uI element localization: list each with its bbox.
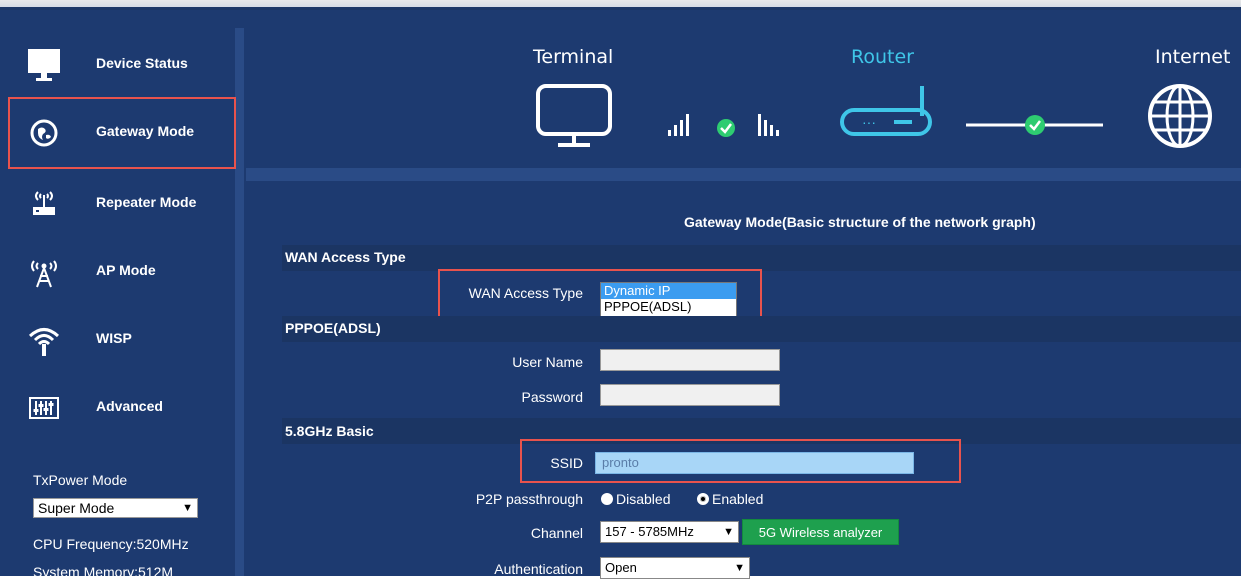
router-icon: ··· xyxy=(840,86,932,136)
topology-panel xyxy=(246,10,1241,168)
cpu-frequency: CPU Frequency:520MHz xyxy=(33,536,189,552)
authentication-select-value: Open xyxy=(605,560,637,575)
svg-text:···: ··· xyxy=(862,114,876,130)
txpower-label: TxPower Mode xyxy=(33,472,128,488)
router-label: Router xyxy=(851,46,914,68)
txpower-select[interactable]: Super Mode ▼ xyxy=(33,498,198,518)
authentication-label: Authentication xyxy=(494,561,583,577)
internet-link xyxy=(966,115,1103,135)
wifi-icon xyxy=(24,320,64,360)
channel-select-value: 157 - 5785MHz xyxy=(605,524,694,539)
globe-icon xyxy=(24,113,64,153)
check-icon xyxy=(1025,115,1045,135)
radio-disabled[interactable] xyxy=(601,493,613,505)
sidebar-divider xyxy=(235,28,244,576)
section-wan-access-type: WAN Access Type xyxy=(285,249,406,265)
p2p-enabled-label: Enabled xyxy=(712,491,764,507)
internet-label: Internet xyxy=(1155,46,1231,68)
p2p-passthrough-label: P2P passthrough xyxy=(475,491,583,507)
monitor-icon xyxy=(24,45,64,85)
sidebar-item-ap-mode[interactable]: AP Mode xyxy=(10,238,234,304)
section-bar xyxy=(282,245,1241,271)
sidebar-item-gateway-mode[interactable]: Gateway Mode xyxy=(8,97,236,169)
sidebar-item-label: Repeater Mode xyxy=(96,194,197,210)
sidebar-item-label: WISP xyxy=(96,330,132,346)
sidebar-item-label: Advanced xyxy=(96,398,163,414)
highlight-box-ssid xyxy=(520,439,961,483)
signal-bars-icon xyxy=(758,114,779,136)
username-label: User Name xyxy=(512,354,583,370)
chevron-down-icon: ▼ xyxy=(723,526,734,538)
page-title: Gateway Mode(Basic structure of the netw… xyxy=(684,214,1036,230)
panel-separator xyxy=(246,168,1241,181)
password-label: Password xyxy=(521,389,583,405)
p2p-disabled-option[interactable]: Disabled xyxy=(601,491,670,507)
sidebar-item-advanced[interactable]: Advanced xyxy=(10,374,234,440)
content-panel xyxy=(246,181,1241,576)
channel-label: Channel xyxy=(530,525,583,541)
p2p-disabled-label: Disabled xyxy=(616,491,671,507)
wireless-analyzer-button[interactable]: 5G Wireless analyzer xyxy=(742,519,899,545)
sidebar-item-wisp[interactable]: WISP xyxy=(10,306,234,372)
username-input[interactable] xyxy=(600,349,780,371)
password-input[interactable] xyxy=(600,384,780,406)
terminal-monitor-icon xyxy=(536,84,612,147)
equalizer-icon xyxy=(24,388,64,428)
antenna-icon xyxy=(24,252,64,292)
p2p-enabled-option[interactable]: Enabled xyxy=(697,491,763,507)
sidebar-item-label: Device Status xyxy=(96,55,188,71)
signal-bars-icon xyxy=(668,114,689,136)
section-pppoe: PPPOE(ADSL) xyxy=(285,320,381,336)
signal-link xyxy=(668,114,779,137)
terminal-label: Terminal xyxy=(533,46,614,68)
globe-icon xyxy=(1148,84,1212,148)
txpower-select-value: Super Mode xyxy=(38,500,115,516)
top-strip xyxy=(0,0,1241,10)
section-bar xyxy=(282,316,1241,342)
sidebar-item-label: AP Mode xyxy=(96,262,156,278)
system-memory: System Memory:512M xyxy=(33,564,174,580)
sidebar-item-device-status[interactable]: Device Status xyxy=(10,31,234,97)
channel-select[interactable]: 157 - 5785MHz ▼ xyxy=(600,521,739,543)
chevron-down-icon: ▼ xyxy=(182,502,193,514)
sidebar-item-repeater-mode[interactable]: Repeater Mode xyxy=(10,170,234,236)
repeater-icon xyxy=(24,184,64,224)
section-5-8ghz-basic: 5.8GHz Basic xyxy=(285,423,374,439)
sidebar-item-label: Gateway Mode xyxy=(96,123,195,139)
chevron-down-icon: ▼ xyxy=(734,562,745,574)
check-icon xyxy=(717,119,735,137)
radio-enabled[interactable] xyxy=(697,493,709,505)
